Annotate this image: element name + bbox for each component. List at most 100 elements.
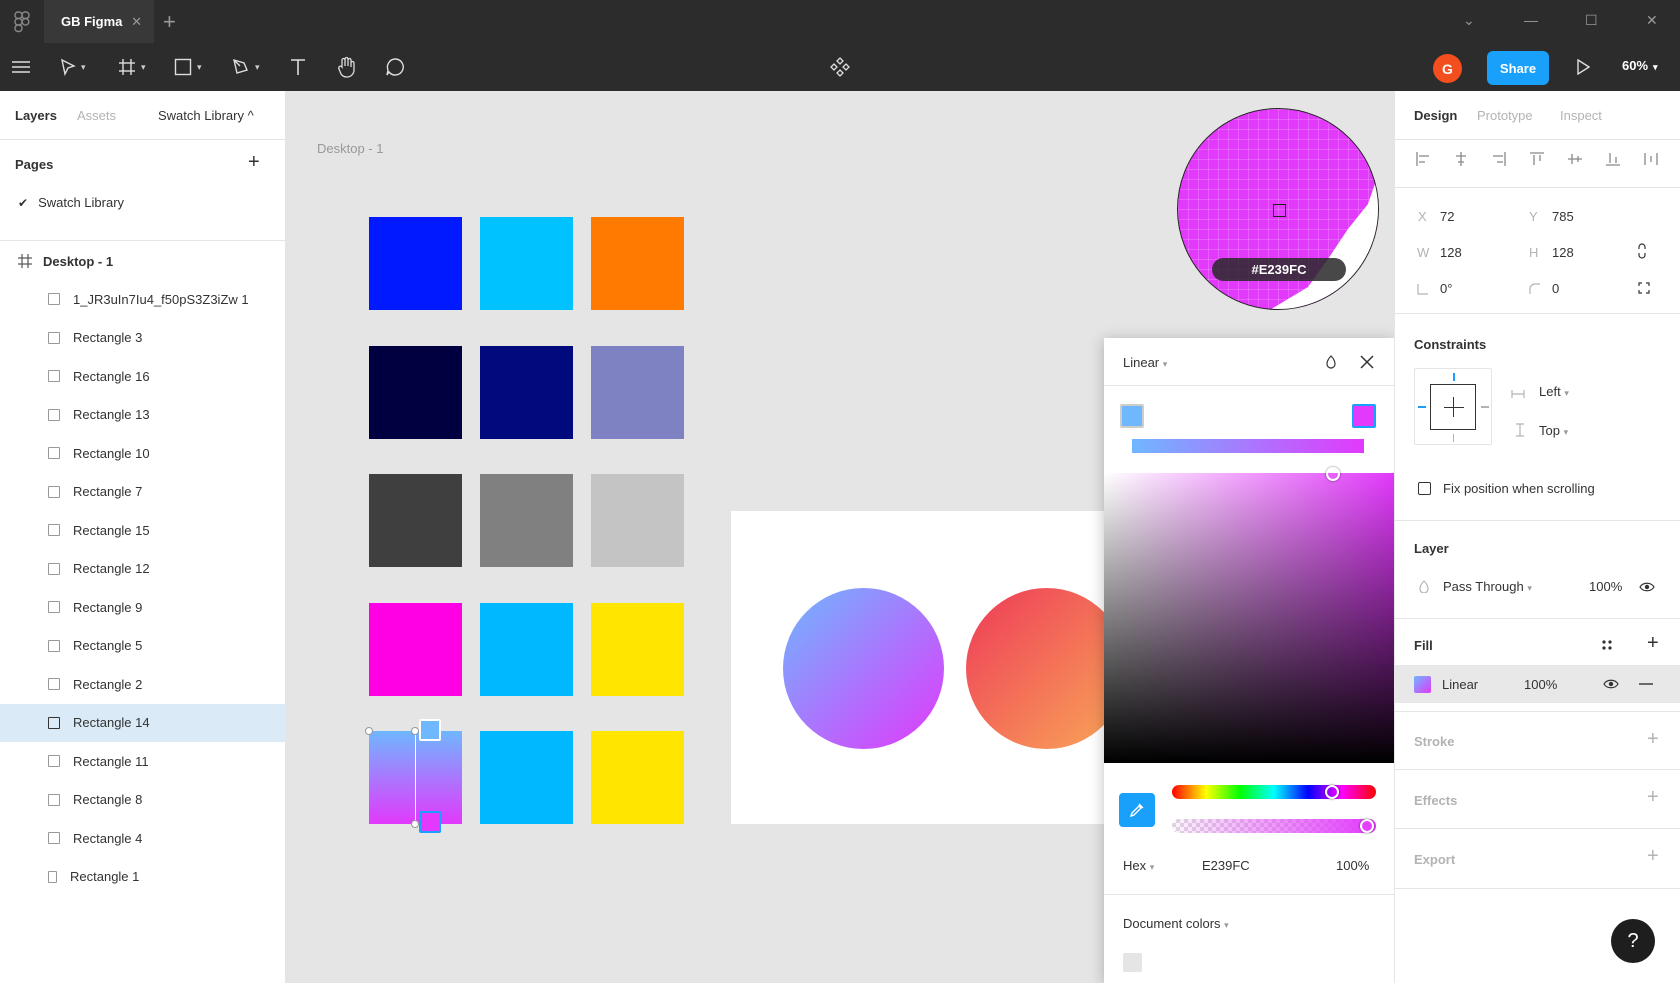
gradient-start-handle[interactable] bbox=[419, 719, 441, 741]
x-input[interactable]: 72 bbox=[1440, 209, 1454, 224]
layer-row[interactable]: Rectangle 13 bbox=[0, 396, 285, 434]
layer-row[interactable]: Rectangle 16 bbox=[0, 357, 285, 395]
layer-row[interactable]: Rectangle 15 bbox=[0, 511, 285, 549]
constraint-top-marker[interactable] bbox=[1453, 373, 1455, 381]
hue-slider[interactable] bbox=[1172, 785, 1376, 799]
new-tab-button[interactable]: + bbox=[163, 9, 176, 35]
layer-opacity-input[interactable]: 100% bbox=[1589, 579, 1622, 594]
tab-inspect[interactable]: Inspect bbox=[1560, 108, 1602, 123]
align-left-icon[interactable] bbox=[1415, 151, 1431, 167]
remove-fill-icon[interactable] bbox=[1639, 683, 1653, 685]
layer-row[interactable]: Rectangle 1 bbox=[0, 858, 285, 896]
chevron-down-icon[interactable]: ⌄ bbox=[1463, 12, 1475, 29]
eyedropper-button[interactable] bbox=[1119, 793, 1155, 827]
maximize-button[interactable]: ☐ bbox=[1585, 12, 1598, 29]
color-swatch-rect[interactable] bbox=[369, 217, 462, 310]
color-swatch-rect[interactable] bbox=[591, 217, 684, 310]
opacity-slider[interactable] bbox=[1172, 819, 1376, 833]
comment-tool-button[interactable] bbox=[385, 55, 405, 79]
pen-tool-button[interactable]: ▾ bbox=[232, 55, 260, 79]
constraints-widget[interactable] bbox=[1414, 368, 1492, 445]
eye-icon[interactable] bbox=[1639, 581, 1655, 593]
tab-design[interactable]: Design bbox=[1414, 108, 1457, 123]
gradient-bar[interactable] bbox=[1132, 439, 1364, 453]
fill-row[interactable]: Linear 100% bbox=[1395, 665, 1680, 703]
zoom-dropdown[interactable]: 60% ▾ bbox=[1622, 58, 1658, 73]
align-top-icon[interactable] bbox=[1529, 151, 1545, 167]
text-tool-button[interactable] bbox=[290, 55, 306, 79]
selection-handle[interactable] bbox=[365, 727, 373, 735]
gradient-line-end-dot[interactable] bbox=[411, 820, 419, 828]
corner-radius-input[interactable]: 0 bbox=[1552, 281, 1559, 296]
saturation-knob[interactable] bbox=[1326, 467, 1340, 481]
frame-tool-button[interactable]: ▾ bbox=[118, 55, 146, 79]
opacity-knob[interactable] bbox=[1360, 819, 1374, 833]
color-swatch-rect[interactable] bbox=[591, 345, 684, 439]
align-right-icon[interactable] bbox=[1491, 151, 1507, 167]
document-colors-dropdown[interactable]: Document colors ▾ bbox=[1123, 916, 1229, 931]
hand-tool-button[interactable] bbox=[337, 55, 357, 79]
fix-position-checkbox[interactable] bbox=[1418, 482, 1431, 495]
help-button[interactable]: ? bbox=[1611, 919, 1655, 963]
gradient-stop-start[interactable] bbox=[1120, 404, 1144, 428]
color-swatch-rect[interactable] bbox=[591, 474, 684, 567]
color-swatch-rect[interactable] bbox=[480, 602, 573, 696]
components-button[interactable] bbox=[830, 55, 850, 79]
gradient-type-dropdown[interactable]: Linear ▾ bbox=[1123, 355, 1167, 370]
layer-row[interactable]: Rectangle 4 bbox=[0, 819, 285, 857]
shape-tool-button[interactable]: ▾ bbox=[174, 55, 202, 79]
add-fill-button[interactable]: + bbox=[1647, 632, 1659, 655]
color-swatch-rect[interactable] bbox=[480, 217, 573, 310]
close-tab-icon[interactable]: ✕ bbox=[131, 14, 142, 30]
tab-assets[interactable]: Assets bbox=[77, 108, 116, 123]
tab-page-switcher[interactable]: Swatch Library ^ bbox=[158, 108, 254, 123]
constrain-proportions-icon[interactable] bbox=[1637, 243, 1647, 259]
figma-logo-icon[interactable] bbox=[14, 11, 30, 33]
opacity-input[interactable]: 100% bbox=[1336, 858, 1369, 873]
tab-prototype[interactable]: Prototype bbox=[1477, 108, 1533, 123]
blend-mode-dropdown[interactable]: Pass Through ▾ bbox=[1443, 579, 1532, 594]
layer-row[interactable]: Rectangle 11 bbox=[0, 742, 285, 780]
swap-stops-icon[interactable] bbox=[1325, 355, 1337, 369]
constraint-left-marker[interactable] bbox=[1418, 406, 1426, 408]
close-window-button[interactable]: ✕ bbox=[1646, 12, 1658, 29]
layer-row[interactable]: Rectangle 3 bbox=[0, 319, 285, 357]
saturation-value-area[interactable] bbox=[1104, 473, 1394, 763]
image-layer[interactable] bbox=[731, 511, 1141, 824]
tab-layers[interactable]: Layers bbox=[15, 108, 57, 123]
gradient-line-start-dot[interactable] bbox=[411, 727, 419, 735]
file-tab[interactable]: GB Figma ✕ bbox=[44, 0, 154, 43]
layer-frame-desktop[interactable]: Desktop - 1 bbox=[0, 242, 285, 280]
layer-row[interactable]: Rectangle 5 bbox=[0, 627, 285, 665]
layer-row[interactable]: Rectangle 10 bbox=[0, 434, 285, 472]
add-stroke-button[interactable]: + bbox=[1647, 728, 1659, 751]
gradient-stop-end[interactable] bbox=[1352, 404, 1376, 428]
layer-row[interactable]: Rectangle 8 bbox=[0, 781, 285, 819]
color-swatch-rect[interactable] bbox=[591, 602, 684, 696]
user-avatar[interactable]: G bbox=[1433, 54, 1462, 83]
frame-title[interactable]: Desktop - 1 bbox=[317, 141, 383, 156]
align-vertical-center-icon[interactable] bbox=[1567, 151, 1583, 167]
present-button[interactable] bbox=[1576, 55, 1590, 79]
width-input[interactable]: 128 bbox=[1440, 245, 1462, 260]
y-input[interactable]: 785 bbox=[1552, 209, 1574, 224]
gradient-end-handle[interactable] bbox=[419, 811, 441, 833]
color-swatch-rect[interactable] bbox=[369, 602, 462, 696]
close-icon[interactable] bbox=[1360, 355, 1374, 369]
align-bottom-icon[interactable] bbox=[1605, 151, 1621, 167]
color-swatch-rect[interactable] bbox=[480, 345, 573, 439]
add-effect-button[interactable]: + bbox=[1647, 786, 1659, 809]
styles-icon[interactable] bbox=[1601, 639, 1613, 651]
color-swatch-rect[interactable] bbox=[480, 731, 573, 824]
color-format-dropdown[interactable]: Hex ▾ bbox=[1123, 858, 1154, 873]
layer-row[interactable]: 1_JR3uIn7Iu4_f50pS3Z3iZw 1 bbox=[0, 280, 285, 318]
document-color-swatch[interactable] bbox=[1123, 953, 1142, 972]
fill-type-label[interactable]: Linear bbox=[1442, 677, 1478, 692]
move-tool-button[interactable]: ▾ bbox=[60, 55, 86, 79]
share-button[interactable]: Share bbox=[1487, 51, 1549, 85]
align-horizontal-center-icon[interactable] bbox=[1453, 151, 1469, 167]
fill-opacity-input[interactable]: 100% bbox=[1524, 677, 1557, 692]
independent-corners-icon[interactable] bbox=[1638, 282, 1650, 294]
constraint-right-marker[interactable] bbox=[1481, 406, 1489, 408]
layer-row[interactable]: Rectangle 2 bbox=[0, 665, 285, 703]
